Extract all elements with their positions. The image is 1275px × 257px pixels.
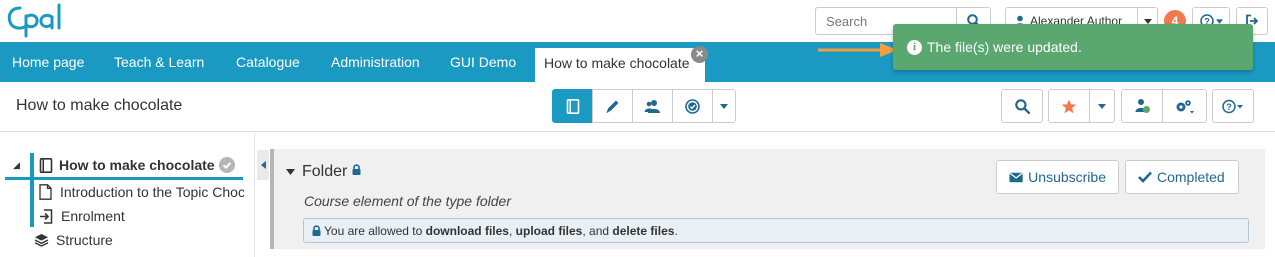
document-icon xyxy=(39,184,52,200)
toast-message: The file(s) were updated. xyxy=(927,39,1082,55)
search-icon xyxy=(1014,98,1030,114)
completed-label: Completed xyxy=(1157,169,1225,185)
permission-delete: delete files xyxy=(612,223,675,238)
tree-item-course-root[interactable]: How to make chocolate xyxy=(39,155,244,175)
opal-logo[interactable] xyxy=(6,2,78,40)
tree-item-label: Introduction to the Topic Chocolate xyxy=(60,184,244,200)
chevron-down-icon xyxy=(720,103,728,109)
permissions-prefix: You are allowed to xyxy=(324,223,423,238)
check-badge-icon xyxy=(685,98,700,114)
unsubscribe-button[interactable]: Unsubscribe xyxy=(996,160,1119,194)
book-icon xyxy=(39,157,53,173)
tree-item-label: How to make chocolate xyxy=(59,157,215,173)
star-icon xyxy=(1061,99,1077,113)
close-tab-icon[interactable]: × xyxy=(691,46,708,63)
svg-text:?: ? xyxy=(1226,102,1232,112)
folder-heading: Folder xyxy=(286,163,361,181)
completed-check-icon xyxy=(218,157,235,173)
page-title: How to make chocolate xyxy=(16,97,183,114)
course-settings-button[interactable] xyxy=(1162,89,1207,123)
course-help-button[interactable]: ? xyxy=(1212,89,1254,123)
assessment-mode-button[interactable] xyxy=(672,89,713,123)
success-toast: i The file(s) were updated. xyxy=(893,24,1253,70)
pencil-icon xyxy=(606,100,619,113)
user-role-icon xyxy=(1135,99,1150,113)
unsubscribe-label: Unsubscribe xyxy=(1028,169,1106,185)
tree-item-introduction[interactable]: Introduction to the Topic Chocolate xyxy=(39,182,244,202)
mode-toolbar xyxy=(552,89,736,123)
permissions-separator: , and xyxy=(582,223,610,238)
lock-icon xyxy=(312,225,321,236)
info-icon: i xyxy=(907,39,922,55)
users-icon xyxy=(644,99,660,113)
annotation-arrow-icon xyxy=(818,43,898,57)
view-mode-button[interactable] xyxy=(552,89,593,123)
tree-active-indicator xyxy=(30,153,34,227)
caret-down-icon[interactable] xyxy=(286,169,295,175)
chevron-down-icon xyxy=(1143,18,1152,24)
mode-menu-caret[interactable] xyxy=(712,89,736,123)
tree-collapse-toggle[interactable]: ◢ xyxy=(13,160,20,171)
chevron-left-icon xyxy=(260,161,266,169)
nav-item-gui-demo[interactable]: GUI Demo xyxy=(450,42,516,82)
enrolment-icon xyxy=(40,208,53,224)
user-role-button[interactable] xyxy=(1121,89,1163,123)
folder-title: Folder xyxy=(302,163,348,180)
tree-item-label: Structure xyxy=(56,232,113,248)
chevron-down-icon xyxy=(1098,103,1106,109)
checkmark-icon xyxy=(1138,171,1152,183)
layers-icon xyxy=(34,234,49,247)
permission-download: download files xyxy=(425,223,509,238)
tree-item-label: Enrolment xyxy=(61,208,125,224)
envelope-icon xyxy=(1009,172,1023,182)
tree-selection-underline xyxy=(5,177,243,180)
permissions-suffix: . xyxy=(674,223,678,238)
nav-item-home-page[interactable]: Home page xyxy=(12,42,84,82)
nav-item-catalogue[interactable]: Catalogue xyxy=(236,42,300,82)
members-mode-button[interactable] xyxy=(632,89,673,123)
tree-item-enrolment[interactable]: Enrolment xyxy=(39,206,244,226)
tree-item-structure[interactable]: Structure xyxy=(34,230,239,250)
completed-button[interactable]: Completed xyxy=(1125,160,1239,194)
nav-item-teach-learn[interactable]: Teach & Learn xyxy=(114,42,204,82)
permission-upload: upload files xyxy=(515,223,583,238)
help-icon: ? xyxy=(1222,99,1243,113)
folder-description: Course element of the type folder xyxy=(304,193,512,209)
chevron-down-icon xyxy=(1215,18,1223,24)
permissions-separator: , xyxy=(508,223,513,238)
book-icon xyxy=(566,98,579,114)
permissions-info-box: You are allowed to download files, uploa… xyxy=(303,218,1249,243)
lock-icon xyxy=(352,163,361,175)
course-search-button[interactable] xyxy=(1001,89,1043,123)
edit-mode-button[interactable] xyxy=(592,89,633,123)
nav-item-administration[interactable]: Administration xyxy=(331,42,420,82)
gears-icon xyxy=(1176,99,1194,113)
favorite-menu-caret[interactable] xyxy=(1089,89,1115,123)
sidebar-collapse-handle[interactable] xyxy=(257,150,269,180)
tab-course-active[interactable]: How to make chocolate xyxy=(535,48,705,82)
favorite-button[interactable] xyxy=(1048,89,1090,123)
